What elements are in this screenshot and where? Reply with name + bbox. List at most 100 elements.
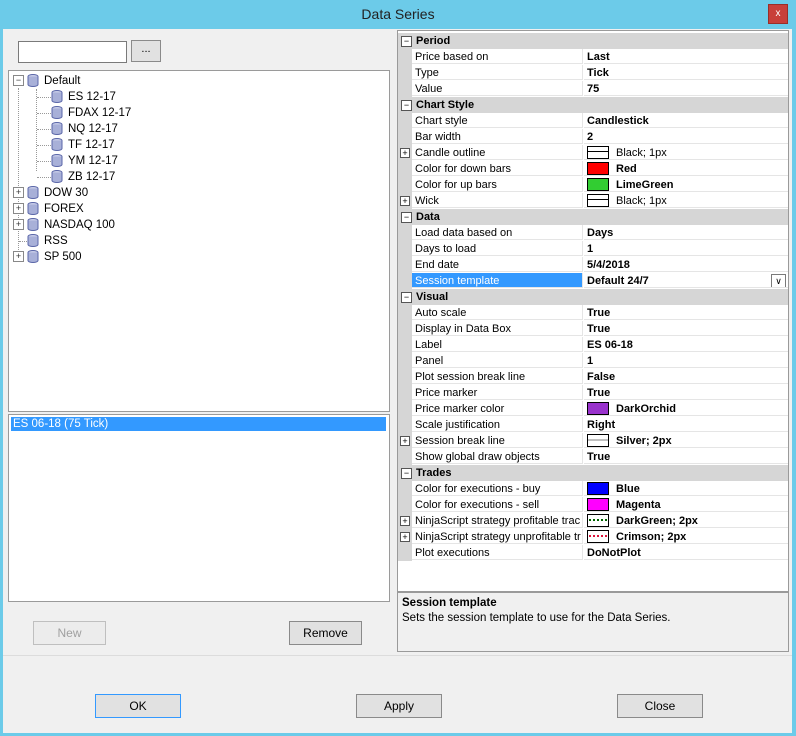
prop-strategy-unprofitable[interactable]: + NinjaScript strategy unprofitable tr Cri… — [398, 529, 788, 545]
prop-show-global-draw-objects[interactable]: Show global draw objects True — [398, 449, 788, 465]
database-icon — [51, 106, 63, 120]
tree-leaf-label: TF 12-17 — [68, 139, 115, 151]
database-icon — [27, 186, 39, 200]
category-data[interactable]: − Data — [398, 209, 788, 225]
prop-executions-buy-color[interactable]: Color for executions - buy Blue — [398, 481, 788, 497]
tree-node-nasdaq100[interactable]: + NASDAQ 100 — [13, 217, 115, 233]
expand-icon[interactable]: + — [400, 532, 410, 542]
color-swatch-darkorchid — [587, 401, 609, 415]
prop-bar-width[interactable]: Bar width 2 — [398, 129, 788, 145]
database-icon — [27, 202, 39, 216]
prop-price-marker[interactable]: Price marker True — [398, 385, 788, 401]
prop-label[interactable]: Label ES 06-18 — [398, 337, 788, 353]
description-text: Sets the session template to use for the… — [402, 612, 671, 624]
instrument-tree[interactable]: − Default ES 12-17 FDAX 12-17 NQ 12-17 TF… — [8, 70, 390, 412]
database-icon — [51, 154, 63, 168]
prop-executions-sell-color[interactable]: Color for executions - sell Magenta — [398, 497, 788, 513]
database-icon — [27, 218, 39, 232]
tree-node-default[interactable]: − Default — [13, 73, 80, 89]
database-icon — [51, 90, 63, 104]
line-style-swatch-icon — [587, 433, 609, 447]
title-bar[interactable]: Data Series x — [0, 0, 796, 28]
close-button[interactable]: Close — [617, 694, 703, 718]
prop-chart-style[interactable]: Chart style Candlestick — [398, 113, 788, 129]
expand-icon[interactable]: + — [400, 196, 410, 206]
tree-node-label: SP 500 — [44, 251, 82, 263]
prop-price-marker-color[interactable]: Price marker color DarkOrchid — [398, 401, 788, 417]
apply-button[interactable]: Apply — [356, 694, 442, 718]
remove-button[interactable]: Remove — [289, 621, 362, 645]
collapse-icon[interactable]: − — [401, 100, 412, 111]
collapse-icon[interactable]: − — [13, 75, 24, 87]
prop-scale-justification[interactable]: Scale justification Right — [398, 417, 788, 433]
prop-value[interactable]: Value 75 — [398, 81, 788, 97]
tree-leaf[interactable]: TF 12-17 — [51, 137, 115, 153]
prop-session-break-line[interactable]: + Session break line Silver; 2px — [398, 433, 788, 449]
expand-icon[interactable]: + — [13, 187, 24, 199]
database-icon — [51, 170, 63, 184]
expand-icon[interactable]: + — [400, 148, 410, 158]
prop-display-in-data-box[interactable]: Display in Data Box True — [398, 321, 788, 337]
category-visual[interactable]: − Visual — [398, 289, 788, 305]
prop-price-based-on[interactable]: Price based on Last — [398, 49, 788, 65]
database-icon — [27, 250, 39, 264]
line-style-swatch-icon — [587, 145, 609, 159]
expand-icon[interactable]: + — [13, 251, 24, 263]
chevron-down-icon[interactable]: ∨ — [771, 274, 786, 287]
database-icon — [27, 74, 39, 88]
tree-node-label: NASDAQ 100 — [44, 219, 115, 231]
prop-days-to-load[interactable]: Days to load 1 — [398, 241, 788, 257]
prop-load-data-based-on[interactable]: Load data based on Days — [398, 225, 788, 241]
list-item-selected[interactable]: ES 06-18 (75 Tick) — [11, 417, 386, 431]
tree-leaf[interactable]: ES 12-17 — [51, 89, 116, 105]
database-icon — [51, 122, 63, 136]
browse-instruments-button[interactable]: ... — [131, 40, 161, 62]
prop-panel[interactable]: Panel 1 — [398, 353, 788, 369]
property-grid[interactable]: − Period Price based on Last Type Tick Valu… — [397, 30, 789, 592]
tree-leaf[interactable]: ZB 12-17 — [51, 169, 115, 185]
category-trades[interactable]: − Trades — [398, 465, 788, 481]
collapse-icon[interactable]: − — [401, 292, 412, 303]
category-period[interactable]: − Period — [398, 33, 788, 49]
prop-type[interactable]: Type Tick — [398, 65, 788, 81]
expand-icon[interactable]: + — [13, 219, 24, 231]
prop-up-bars-color[interactable]: Color for up bars LimeGreen — [398, 177, 788, 193]
category-chart-style[interactable]: − Chart Style — [398, 97, 788, 113]
color-swatch-limegreen — [587, 177, 609, 191]
prop-session-template[interactable]: Session template Default 24/7 ∨ — [398, 273, 788, 289]
ok-button[interactable]: OK — [95, 694, 181, 718]
collapse-icon[interactable]: − — [401, 36, 412, 47]
expand-icon[interactable]: + — [13, 203, 24, 215]
prop-plot-executions[interactable]: Plot executions DoNotPlot — [398, 545, 788, 561]
property-description-panel: Session template Sets the session templa… — [397, 592, 789, 652]
tree-leaf[interactable]: FDAX 12-17 — [51, 105, 131, 121]
tree-node-label: DOW 30 — [44, 187, 89, 199]
prop-strategy-profitable[interactable]: + NinjaScript strategy profitable trac Dar… — [398, 513, 788, 529]
dialog-client-area: ... − Default ES 12-17 FDAX 12-17 NQ 12-1… — [3, 29, 792, 733]
tree-node-label: FOREX — [44, 203, 84, 215]
close-window-button[interactable]: x — [768, 4, 788, 24]
dotted-line-swatch-icon — [587, 513, 609, 527]
prop-auto-scale[interactable]: Auto scale True — [398, 305, 788, 321]
tree-leaf-label: YM 12-17 — [68, 155, 118, 167]
prop-wick[interactable]: + Wick Black; 1px — [398, 193, 788, 209]
tree-leaf-label: NQ 12-17 — [68, 123, 118, 135]
instrument-search-input[interactable] — [18, 41, 127, 63]
new-button[interactable]: New — [33, 621, 106, 645]
collapse-icon[interactable]: − — [401, 468, 412, 479]
collapse-icon[interactable]: − — [401, 212, 412, 223]
prop-down-bars-color[interactable]: Color for down bars Red — [398, 161, 788, 177]
tree-node-dow30[interactable]: + DOW 30 — [13, 185, 88, 201]
expand-icon[interactable]: + — [400, 516, 410, 526]
tree-leaf[interactable]: NQ 12-17 — [51, 121, 118, 137]
expand-icon[interactable]: + — [400, 436, 410, 446]
data-series-window: Data Series x ... − Default ES 12-17 FDAX… — [0, 0, 796, 736]
tree-leaf[interactable]: YM 12-17 — [51, 153, 118, 169]
data-series-list[interactable]: ES 06-18 (75 Tick) — [8, 414, 390, 602]
prop-candle-outline[interactable]: + Candle outline Black; 1px — [398, 145, 788, 161]
tree-node-forex[interactable]: + FOREX — [13, 201, 84, 217]
prop-end-date[interactable]: End date 5/4/2018 — [398, 257, 788, 273]
prop-plot-session-break-line[interactable]: Plot session break line False — [398, 369, 788, 385]
tree-node-rss[interactable]: RSS — [13, 233, 68, 249]
tree-node-sp500[interactable]: + SP 500 — [13, 249, 82, 265]
